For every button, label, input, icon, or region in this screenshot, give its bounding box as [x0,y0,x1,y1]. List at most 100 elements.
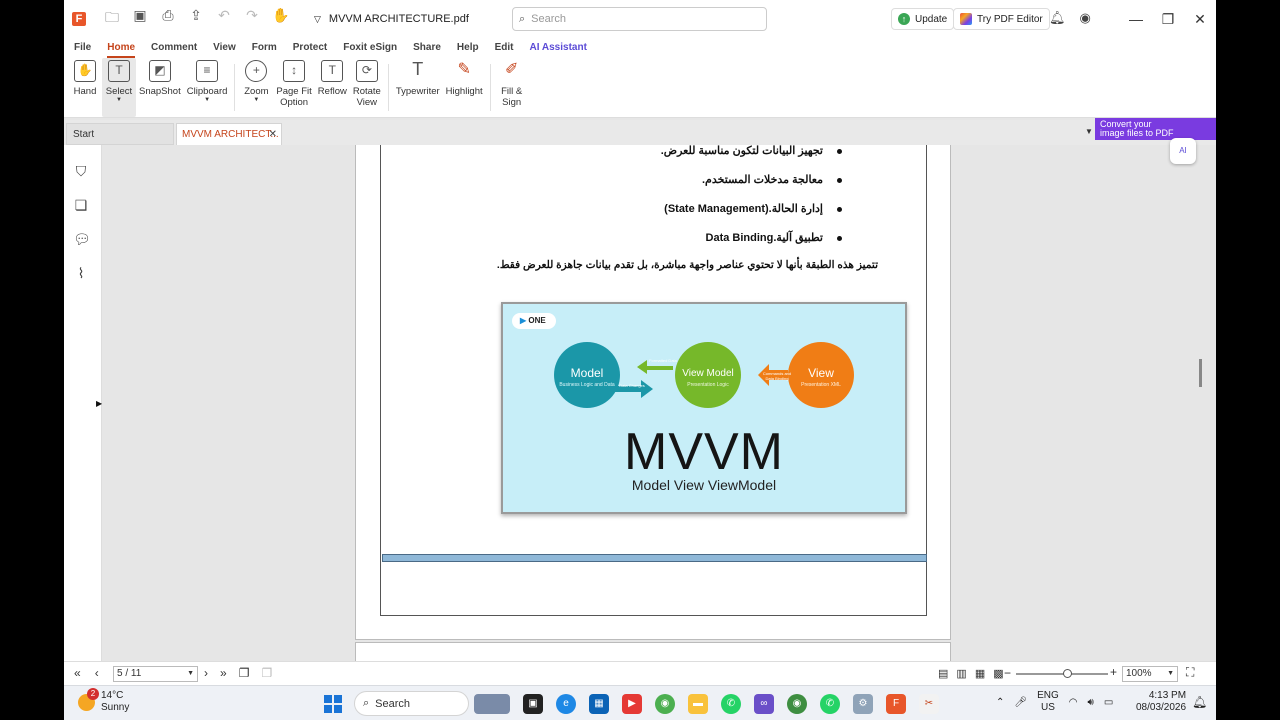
save-icon[interactable]: ▣ [132,7,148,31]
fullscreen-icon[interactable]: ⛶ [1186,665,1194,680]
prev-page-icon[interactable]: ‹ [95,666,99,680]
menu-view[interactable]: View [213,38,236,58]
tab-document[interactable]: MVVM ARCHITECT... ✕ [176,123,282,145]
single-page-icon[interactable]: ▤ [938,667,948,680]
fill-sign-button[interactable]: ✐ Fill & Sign [495,58,529,117]
microphone-icon[interactable]: 🎤︎ [1014,697,1027,708]
zoom-button[interactable]: + Zoom ▼ [239,58,273,117]
attachment-icon[interactable]: ⌇ [73,265,89,281]
pages-icon[interactable]: ❏ [73,197,89,213]
comments-icon[interactable]: 💬︎ [73,231,91,247]
tray-chevron-icon[interactable]: ⌃ [996,697,1004,708]
menu-file[interactable]: File [74,38,91,58]
next-view-icon[interactable]: ❐ [261,666,272,680]
edge-icon[interactable]: e [556,694,576,714]
windows-start-icon[interactable] [324,695,342,713]
visual-studio-icon[interactable]: ∞ [754,694,774,714]
snapshot-button[interactable]: ◩ SnapShot [136,58,184,117]
zoom-slider[interactable] [1016,669,1108,678]
last-page-icon[interactable]: » [220,666,227,680]
whatsapp-icon[interactable]: ✆ [721,694,741,714]
hand-button[interactable]: ✋ Hand [68,58,102,117]
previous-view-icon[interactable]: ❐ [239,666,250,680]
clipboard-button[interactable]: ≡ Clipboard ▼ [184,58,231,117]
tab-close-icon[interactable]: ✕ [269,124,277,146]
export-icon[interactable]: ⇪ [188,7,204,31]
continuous-facing-icon[interactable]: ▩ [993,667,1003,680]
youtube-icon[interactable]: ▶ [622,694,642,714]
volume-icon[interactable]: 🔊︎ [1088,697,1094,708]
language-indicator[interactable]: ENG US [1037,690,1059,714]
whatsapp-beta-icon[interactable]: ✆ [820,694,840,714]
minimize-icon[interactable]: — [1120,0,1152,38]
close-icon[interactable]: ✕ [1184,0,1216,38]
chrome-profile-icon[interactable]: ◉ [787,694,807,714]
convert-image-banner[interactable]: Convert your image files to PDF [1095,118,1216,140]
facing-page-icon[interactable]: ▦ [975,667,985,680]
menu-home[interactable]: Home [107,38,136,58]
menu-form[interactable]: Form [252,38,277,58]
restore-icon[interactable]: ❐ [1152,0,1184,38]
menu-help[interactable]: Help [457,38,479,58]
typewriter-button[interactable]: T Typewriter [393,58,443,117]
file-explorer-icon[interactable]: ▬ [688,694,708,714]
tab-list-chevron-icon[interactable]: ▼ [1085,127,1093,136]
vertical-scrollbar[interactable] [1196,145,1206,661]
reflow-button[interactable]: T Reflow [315,58,350,117]
update-button[interactable]: ↑ Update [891,8,955,30]
document-canvas[interactable]: تجهيز البيانات لتكون مناسبة للعرض. معالج… [102,145,1206,661]
menu-foxit-esign[interactable]: Foxit eSign [343,38,397,58]
menu-protect[interactable]: Protect [293,38,327,58]
ai-assistant-float-icon[interactable]: AI [1170,138,1196,164]
snipping-tool-icon[interactable]: ✂ [919,694,939,714]
undo-icon[interactable]: ↶ [216,7,232,31]
next-page-icon[interactable]: › [204,666,208,680]
select-dropdown-icon[interactable]: ▼ [116,97,122,103]
select-button[interactable]: T Select ▼ [102,58,136,117]
chrome-icon[interactable]: ◉ [655,694,675,714]
hand-tool-dropdown-icon[interactable]: ✋ [272,7,289,31]
task-view-icon[interactable]: ▣ [523,694,543,714]
first-page-icon[interactable]: « [74,666,81,680]
wifi-icon[interactable]: ◠ [1069,697,1078,708]
page-fit-option-button[interactable]: ↕ Page Fit Option [273,58,314,117]
widgets-app-icon[interactable] [474,694,510,714]
continuous-page-icon[interactable]: ▥ [956,667,966,680]
taskbar-search[interactable]: ⌕ Search [354,691,469,716]
foxit-reader-icon[interactable]: F [886,694,906,714]
bell-icon[interactable]: 🔔︎ [1049,10,1066,26]
clipboard-dropdown-icon[interactable]: ▼ [204,97,210,103]
clock[interactable]: 4:13 PM 08/03/2026 [1136,690,1186,714]
scrollbar-thumb[interactable] [1199,359,1202,387]
menu-share[interactable]: Share [413,38,441,58]
app-icon[interactable]: ⚙ [853,694,873,714]
menu-edit[interactable]: Edit [495,38,514,58]
print-icon[interactable]: ⎙ [160,7,176,31]
search-input[interactable]: ⌕ Search [512,7,767,31]
redo-icon[interactable]: ↷ [244,7,260,31]
highlight-button[interactable]: ✎ Highlight [443,58,486,117]
store-icon[interactable]: ▦ [589,694,609,714]
zoom-dropdown-icon[interactable]: ▼ [253,97,259,103]
open-folder-icon[interactable]: 🗀 [104,7,120,31]
zoom-out-icon[interactable]: − [1004,666,1011,680]
battery-icon[interactable]: ▭ [1104,697,1113,708]
page-dropdown-icon[interactable]: ▼ [187,667,194,681]
select-text-icon: T [108,60,130,82]
account-icon[interactable]: ◉ [1080,10,1091,26]
tab-start[interactable]: Start [66,123,174,145]
viewmodel-title: View Model [682,368,734,379]
zoom-in-icon[interactable]: + [1110,665,1117,679]
rotate-view-button[interactable]: ⟳ Rotate View [350,58,384,117]
zoom-level-field[interactable]: 100% ▼ [1122,666,1178,682]
zoom-dropdown-icon[interactable]: ▼ [1167,667,1174,681]
chevron-down-icon[interactable]: ▽ [314,14,321,25]
zoom-slider-knob[interactable] [1063,669,1072,678]
try-pdf-editor-button[interactable]: Try PDF Editor [953,8,1050,30]
page-number-field[interactable]: 5 / 11 ▼ [113,666,198,682]
notification-bell-icon[interactable]: 🔔︎ [1192,695,1207,709]
weather-widget[interactable]: 2 14°C Sunny [78,687,129,714]
menu-comment[interactable]: Comment [151,38,197,58]
menu-ai-assistant[interactable]: AI Assistant [529,38,586,58]
bookmark-icon[interactable]: ⛉ [73,163,89,179]
